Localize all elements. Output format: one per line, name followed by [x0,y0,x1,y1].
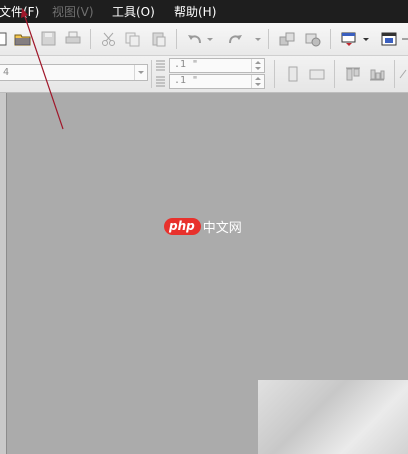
more-options-icon [399,69,407,79]
menu-help[interactable]: 帮助(H) [174,3,216,20]
spacing-after-field[interactable]: .1 " [169,74,265,89]
landscape-page-icon [309,69,325,80]
watermark-logo: php [164,218,201,235]
menu-bar: 文件(F) 视图(V) 工具(O) 帮助(H) [0,0,408,23]
export-icon [305,33,321,47]
spacing-before-icon [156,60,165,71]
toolbar-separator [268,29,269,49]
application-launcher-icon[interactable] [340,31,358,47]
new-document-icon[interactable] [0,31,12,47]
toolbar-separator [90,29,91,49]
application-launcher-dropdown-icon[interactable] [362,31,370,47]
toolbar-separator [334,60,335,88]
spinner-icon[interactable] [251,59,264,72]
spacing-after-icon [156,76,165,87]
toolbar-separator [151,60,152,88]
toolbar-separator [394,60,395,88]
copy-icon [125,32,140,47]
watermark-site-name: 中文网 [202,221,242,236]
import-icon [279,32,295,46]
paste-icon [152,32,166,47]
print-icon [65,31,81,44]
undo-icon [188,35,201,44]
undo-dropdown-icon [207,38,213,41]
standard-toolbar [0,23,408,56]
menu-view: 视图(V) [52,5,94,19]
cut-icon [102,32,115,46]
welcome-screen-icon[interactable] [380,31,398,47]
redo-icon [229,35,242,44]
portrait-page-icon [288,66,298,82]
watermark: php 中文网 [164,217,242,236]
spacing-after-value: .1 " [174,75,199,86]
font-size-combo[interactable]: 4 [0,64,148,81]
toolbar-separator [274,60,275,88]
align-top-icon [346,67,360,81]
spacing-before-field[interactable]: .1 " [169,58,265,73]
toolbar-separator [330,29,331,49]
font-size-value: 4 [3,67,10,78]
spacing-before-value: .1 " [174,59,199,70]
toolbar-separator [176,29,177,49]
open-folder-icon[interactable] [14,31,32,47]
property-bar: 4 .1 " .1 " [0,56,408,93]
menu-tools[interactable]: 工具(O) [112,3,155,20]
redo-dropdown-icon [255,38,261,41]
spinner-icon[interactable] [251,75,264,88]
blurred-region [258,380,408,454]
save-icon [41,31,56,46]
menu-file[interactable]: 文件(F) [0,3,39,20]
align-bottom-icon [370,69,385,81]
options-icon[interactable] [400,31,408,47]
canvas-left-edge [0,93,7,454]
chevron-down-icon[interactable] [134,65,147,80]
